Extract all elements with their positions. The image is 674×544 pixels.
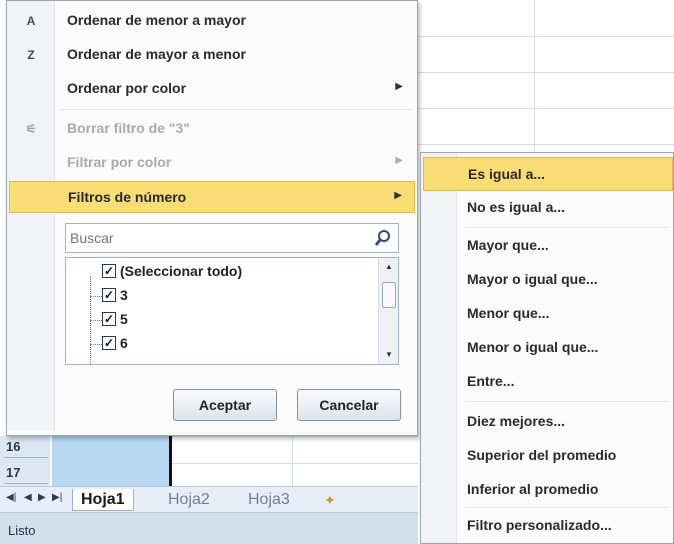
menu-separator bbox=[465, 401, 669, 402]
search-field[interactable] bbox=[65, 223, 399, 253]
scrollbar-thumb[interactable] bbox=[382, 282, 396, 308]
search-icon[interactable] bbox=[374, 228, 392, 248]
gridline bbox=[418, 144, 674, 145]
submenu-item-not-equals[interactable]: No es igual a... bbox=[423, 191, 673, 225]
submenu-item-top-ten[interactable]: Diez mejores... bbox=[423, 405, 673, 439]
autofilter-menu: A Ordenar de menor a mayor Z Ordenar de … bbox=[6, 0, 418, 436]
accept-button[interactable]: Aceptar bbox=[173, 389, 277, 421]
menu-item-sort-ascending[interactable]: A Ordenar de menor a mayor bbox=[9, 5, 415, 37]
list-scrollbar[interactable]: ▲ ▼ bbox=[378, 258, 398, 364]
scroll-down-icon[interactable]: ▼ bbox=[379, 346, 398, 364]
prev-sheet-icon[interactable]: ◀ bbox=[24, 492, 32, 503]
list-item-label: 3 bbox=[120, 287, 128, 303]
submenu-item-label: Mayor o igual que... bbox=[467, 271, 598, 287]
submenu-arrow-icon: ▶ bbox=[394, 190, 402, 201]
sheet-tab-hoja2[interactable]: Hoja2 bbox=[160, 489, 218, 511]
next-sheet-icon[interactable]: ▶ bbox=[38, 492, 46, 503]
menu-item-label: Ordenar por color bbox=[67, 80, 187, 96]
sheet-tab-bar: ◀| ◀ ▶ ▶| Hoja1 Hoja2 Hoja3 ✦ bbox=[0, 486, 418, 512]
submenu-item-label: Mayor que... bbox=[467, 237, 549, 253]
submenu-item-less-than[interactable]: Menor que... bbox=[423, 297, 673, 331]
submenu-item-label: Menor o igual que... bbox=[467, 339, 599, 355]
menu-separator bbox=[465, 227, 669, 228]
insert-sheet-icon[interactable]: ✦ bbox=[316, 489, 344, 511]
number-filters-submenu: Es igual a... No es igual a... Mayor que… bbox=[420, 152, 674, 544]
menu-item-label: Filtrar por color bbox=[67, 154, 172, 170]
row-headers: 16 17 bbox=[0, 436, 50, 492]
submenu-item-label: Filtro personalizado... bbox=[467, 517, 612, 533]
gridline bbox=[418, 36, 674, 37]
gridline bbox=[534, 0, 535, 160]
submenu-item-less-equal[interactable]: Menor o igual que... bbox=[423, 331, 673, 365]
submenu-arrow-icon: ▶ bbox=[395, 81, 403, 92]
status-bar: Listo bbox=[0, 512, 418, 544]
selected-cell[interactable] bbox=[52, 436, 172, 486]
cells-area[interactable] bbox=[172, 436, 418, 487]
checkbox[interactable]: ✓ bbox=[102, 288, 116, 302]
submenu-item-label: Superior del promedio bbox=[467, 447, 617, 463]
search-input[interactable] bbox=[70, 228, 360, 248]
gridline bbox=[418, 108, 674, 109]
checkbox[interactable]: ✓ bbox=[102, 336, 116, 350]
submenu-item-between[interactable]: Entre... bbox=[423, 365, 673, 399]
first-sheet-icon[interactable]: ◀| bbox=[6, 492, 16, 503]
last-sheet-icon[interactable]: ▶| bbox=[52, 492, 62, 503]
submenu-item-label: Entre... bbox=[467, 373, 515, 389]
submenu-item-label: Menor que... bbox=[467, 305, 550, 321]
submenu-item-custom-filter[interactable]: Filtro personalizado... bbox=[423, 509, 673, 543]
submenu-item-above-average[interactable]: Superior del promedio bbox=[423, 439, 673, 473]
row-header-16[interactable]: 16 bbox=[4, 436, 48, 458]
menu-item-label: Borrar filtro de "3" bbox=[67, 120, 190, 136]
scroll-up-icon[interactable]: ▲ bbox=[379, 258, 398, 276]
menu-item-number-filters[interactable]: Filtros de número ▶ bbox=[9, 181, 415, 213]
list-item-label: 6 bbox=[120, 335, 128, 351]
submenu-item-below-average[interactable]: Inferior al promedio bbox=[423, 473, 673, 507]
menu-separator bbox=[59, 109, 413, 110]
list-item-label: (Seleccionar todo) bbox=[120, 263, 243, 279]
menu-item-label: Ordenar de menor a mayor bbox=[67, 12, 246, 28]
submenu-item-greater-equal[interactable]: Mayor o igual que... bbox=[423, 263, 673, 297]
menu-item-sort-descending[interactable]: Z Ordenar de mayor a menor bbox=[9, 39, 415, 71]
sheet-tab-hoja1[interactable]: Hoja1 bbox=[72, 489, 134, 511]
submenu-item-label: Diez mejores... bbox=[467, 413, 566, 429]
menu-item-filter-by-color: Filtrar por color ▶ bbox=[9, 147, 415, 179]
cancel-button[interactable]: Cancelar bbox=[297, 389, 401, 421]
menu-item-clear-filter: ⚟ Borrar filtro de "3" bbox=[9, 113, 415, 145]
submenu-item-label: No es igual a... bbox=[467, 199, 566, 215]
submenu-item-label: Inferior al promedio bbox=[467, 481, 599, 497]
submenu-item-label: Es igual a... bbox=[468, 166, 546, 182]
clear-filter-icon: ⚟ bbox=[25, 122, 37, 136]
menu-item-label: Filtros de número bbox=[68, 189, 187, 205]
row-header-17[interactable]: 17 bbox=[4, 462, 48, 484]
menu-item-sort-by-color[interactable]: Ordenar por color ▶ bbox=[9, 73, 415, 105]
gridline bbox=[418, 72, 674, 73]
checkbox[interactable]: ✓ bbox=[102, 264, 116, 278]
checkbox[interactable]: ✓ bbox=[102, 312, 116, 326]
sheet-tab-hoja3[interactable]: Hoja3 bbox=[240, 489, 298, 511]
submenu-arrow-icon: ▶ bbox=[395, 155, 403, 166]
status-text: Listo bbox=[8, 523, 36, 538]
submenu-item-greater-than[interactable]: Mayor que... bbox=[423, 229, 673, 263]
menu-separator bbox=[465, 507, 669, 508]
sort-ascending-icon: A bbox=[26, 14, 36, 28]
submenu-item-equals[interactable]: Es igual a... bbox=[423, 157, 673, 191]
list-item-label: 5 bbox=[120, 311, 128, 327]
menu-item-label: Ordenar de mayor a menor bbox=[67, 46, 246, 62]
value-list[interactable]: ✓ (Seleccionar todo) ✓ 3 ✓ 5 ✓ 6 ▲ ▼ bbox=[65, 257, 399, 365]
sort-descending-icon: Z bbox=[27, 48, 35, 62]
